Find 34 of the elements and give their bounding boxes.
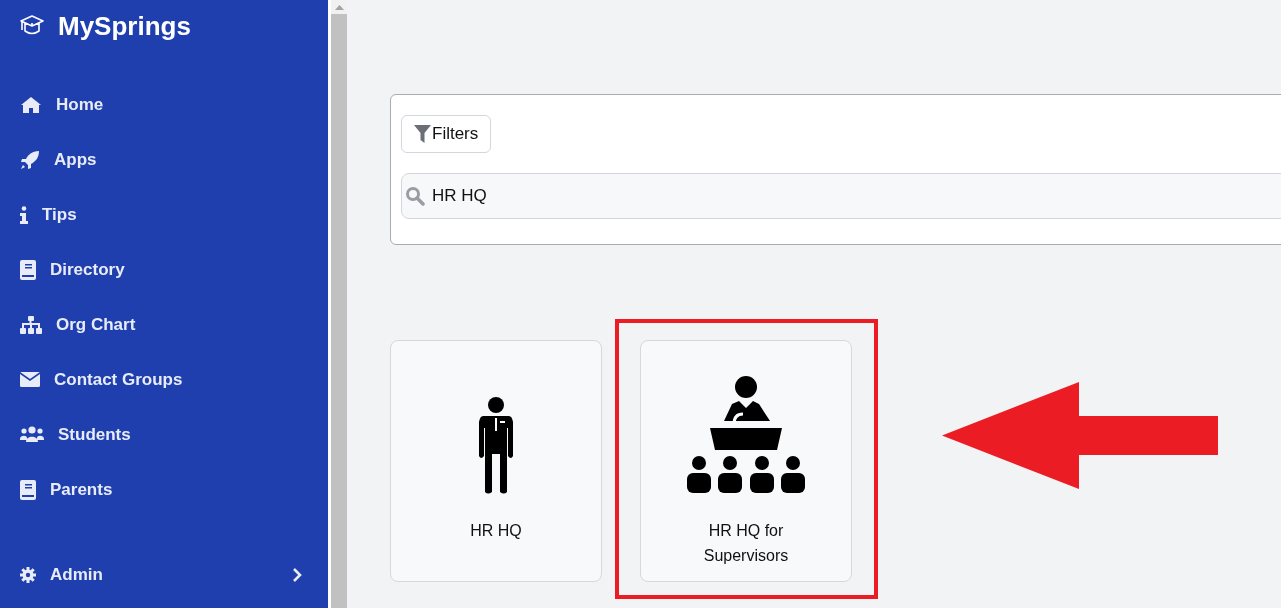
home-icon <box>20 95 42 114</box>
app-card[interactable]: HR HQ <box>390 340 602 582</box>
info-icon <box>20 205 28 224</box>
nav-item[interactable]: Tips <box>20 187 308 242</box>
arrow-icon <box>942 382 1218 489</box>
search-field[interactable]: HR HQ <box>401 173 1281 219</box>
filter-icon <box>414 125 431 143</box>
chevron-icon <box>292 567 302 582</box>
rocket-icon <box>20 149 40 170</box>
sitemap-icon <box>20 315 42 334</box>
scroll-up-icon[interactable] <box>334 4 344 10</box>
settings-icon <box>20 566 36 583</box>
app-title: MySprings <box>58 10 191 42</box>
businessman-icon <box>476 396 516 496</box>
nav-item[interactable]: Apps <box>20 132 308 187</box>
users-icon <box>20 426 44 443</box>
nav-item[interactable]: Directory <box>20 242 308 297</box>
nav-item[interactable]: Students <box>20 407 308 462</box>
app-card[interactable]: HR HQ for Supervisors <box>640 340 852 582</box>
nav-item[interactable]: Parents <box>20 462 308 517</box>
nav-item[interactable]: Admin <box>20 547 308 602</box>
search-icon <box>405 186 425 206</box>
graduation-cap-icon <box>20 15 44 37</box>
nav-item[interactable]: Org Chart <box>20 297 308 352</box>
nav-item[interactable]: Home <box>20 77 308 132</box>
filters-button[interactable]: Filters <box>401 115 492 153</box>
card-title: HR HQ for Supervisors <box>702 521 790 566</box>
book-icon <box>20 479 36 500</box>
nav-item[interactable]: Contact Groups <box>20 352 308 407</box>
presenter-audience-icon <box>687 376 805 496</box>
card-title: HR HQ <box>469 521 523 541</box>
envelope-icon <box>20 372 40 387</box>
book-icon <box>20 259 36 280</box>
scrollbar[interactable] <box>328 0 347 608</box>
